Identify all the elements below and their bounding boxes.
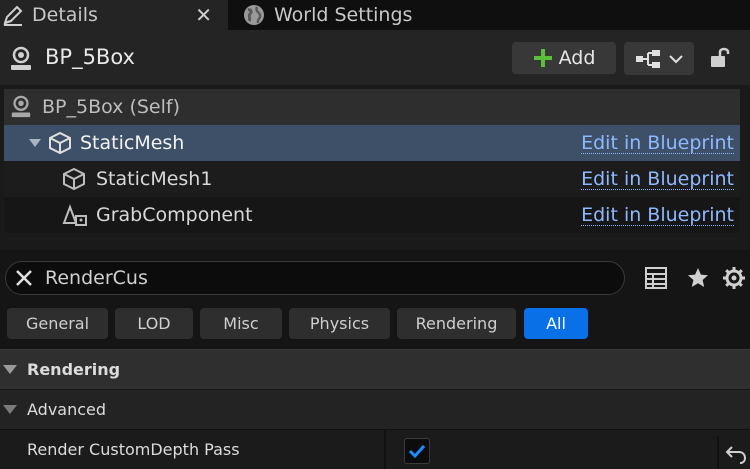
cube-icon: [63, 167, 85, 191]
column-divider[interactable]: [384, 430, 386, 469]
tree-row-label: GrabComponent: [96, 204, 253, 226]
plus-icon: [533, 49, 552, 67]
filter-tab-rendering[interactable]: Rendering: [397, 308, 516, 339]
triangle-down-icon[interactable]: [28, 138, 42, 148]
filter-tab-all[interactable]: All: [524, 308, 588, 339]
tree-row-self[interactable]: BP_5Box (Self): [4, 89, 740, 125]
close-icon[interactable]: ✕: [195, 3, 212, 27]
filter-tab-general[interactable]: General: [7, 308, 108, 339]
hierarchy-icon: [636, 49, 660, 68]
tree-row-staticmesh[interactable]: StaticMesh Edit in Blueprint: [4, 125, 740, 161]
actor-name: BP_5Box: [45, 45, 135, 69]
tab-details[interactable]: Details ✕: [0, 0, 228, 30]
section-rendering[interactable]: Rendering: [0, 349, 750, 389]
add-component-button[interactable]: Add: [512, 42, 616, 74]
search-input-value: RenderCus: [45, 267, 148, 289]
unlock-icon[interactable]: [709, 46, 733, 70]
filter-tab-misc[interactable]: Misc: [200, 308, 282, 339]
chevron-down-icon: [669, 54, 683, 63]
clear-search-icon[interactable]: [15, 269, 33, 287]
section-rendering-label: Rendering: [27, 360, 121, 379]
property-row-render-customdepth: Render CustomDepth Pass: [0, 429, 750, 469]
tab-details-label: Details: [32, 4, 98, 26]
pencil-icon: [3, 5, 23, 26]
tree-row-staticmesh1[interactable]: StaticMesh1 Edit in Blueprint: [4, 161, 740, 197]
tab-world-settings-label: World Settings: [274, 4, 413, 26]
add-button-label: Add: [558, 47, 596, 69]
star-icon[interactable]: [686, 266, 710, 290]
cube-icon: [49, 131, 71, 155]
search-input[interactable]: RenderCus: [5, 261, 625, 295]
actor-icon: [11, 95, 31, 118]
actor-icon: [11, 46, 31, 70]
edit-in-blueprint-link[interactable]: Edit in Blueprint: [581, 133, 734, 154]
table-view-icon[interactable]: [645, 267, 667, 289]
property-label: Render CustomDepth Pass: [27, 440, 240, 459]
edit-in-blueprint-link[interactable]: Edit in Blueprint: [581, 169, 734, 190]
blueprint-options-button[interactable]: [624, 42, 694, 75]
section-advanced[interactable]: Advanced: [0, 389, 750, 429]
filter-tab-lod[interactable]: LOD: [115, 308, 193, 339]
tree-row-label: StaticMesh: [80, 132, 185, 154]
tree-row-grabcomponent[interactable]: GrabComponent Edit in Blueprint: [4, 197, 740, 233]
tab-world-settings[interactable]: World Settings: [235, 0, 435, 30]
edit-in-blueprint-link[interactable]: Edit in Blueprint: [581, 205, 734, 226]
reset-to-default-button[interactable]: [717, 436, 750, 469]
expand-caret-icon[interactable]: [3, 365, 17, 374]
tree-row-self-label: BP_5Box (Self): [42, 96, 180, 118]
gear-icon[interactable]: [722, 266, 746, 290]
render-customdepth-checkbox[interactable]: [404, 438, 430, 464]
globe-icon: [244, 5, 264, 25]
undo-arrow-icon: [725, 446, 747, 464]
filter-tab-physics[interactable]: Physics: [289, 308, 390, 339]
tree-row-label: StaticMesh1: [96, 168, 213, 190]
section-advanced-label: Advanced: [27, 400, 107, 419]
checkmark-icon: [408, 444, 426, 459]
component-icon: [62, 204, 87, 226]
expand-caret-icon[interactable]: [3, 405, 17, 414]
